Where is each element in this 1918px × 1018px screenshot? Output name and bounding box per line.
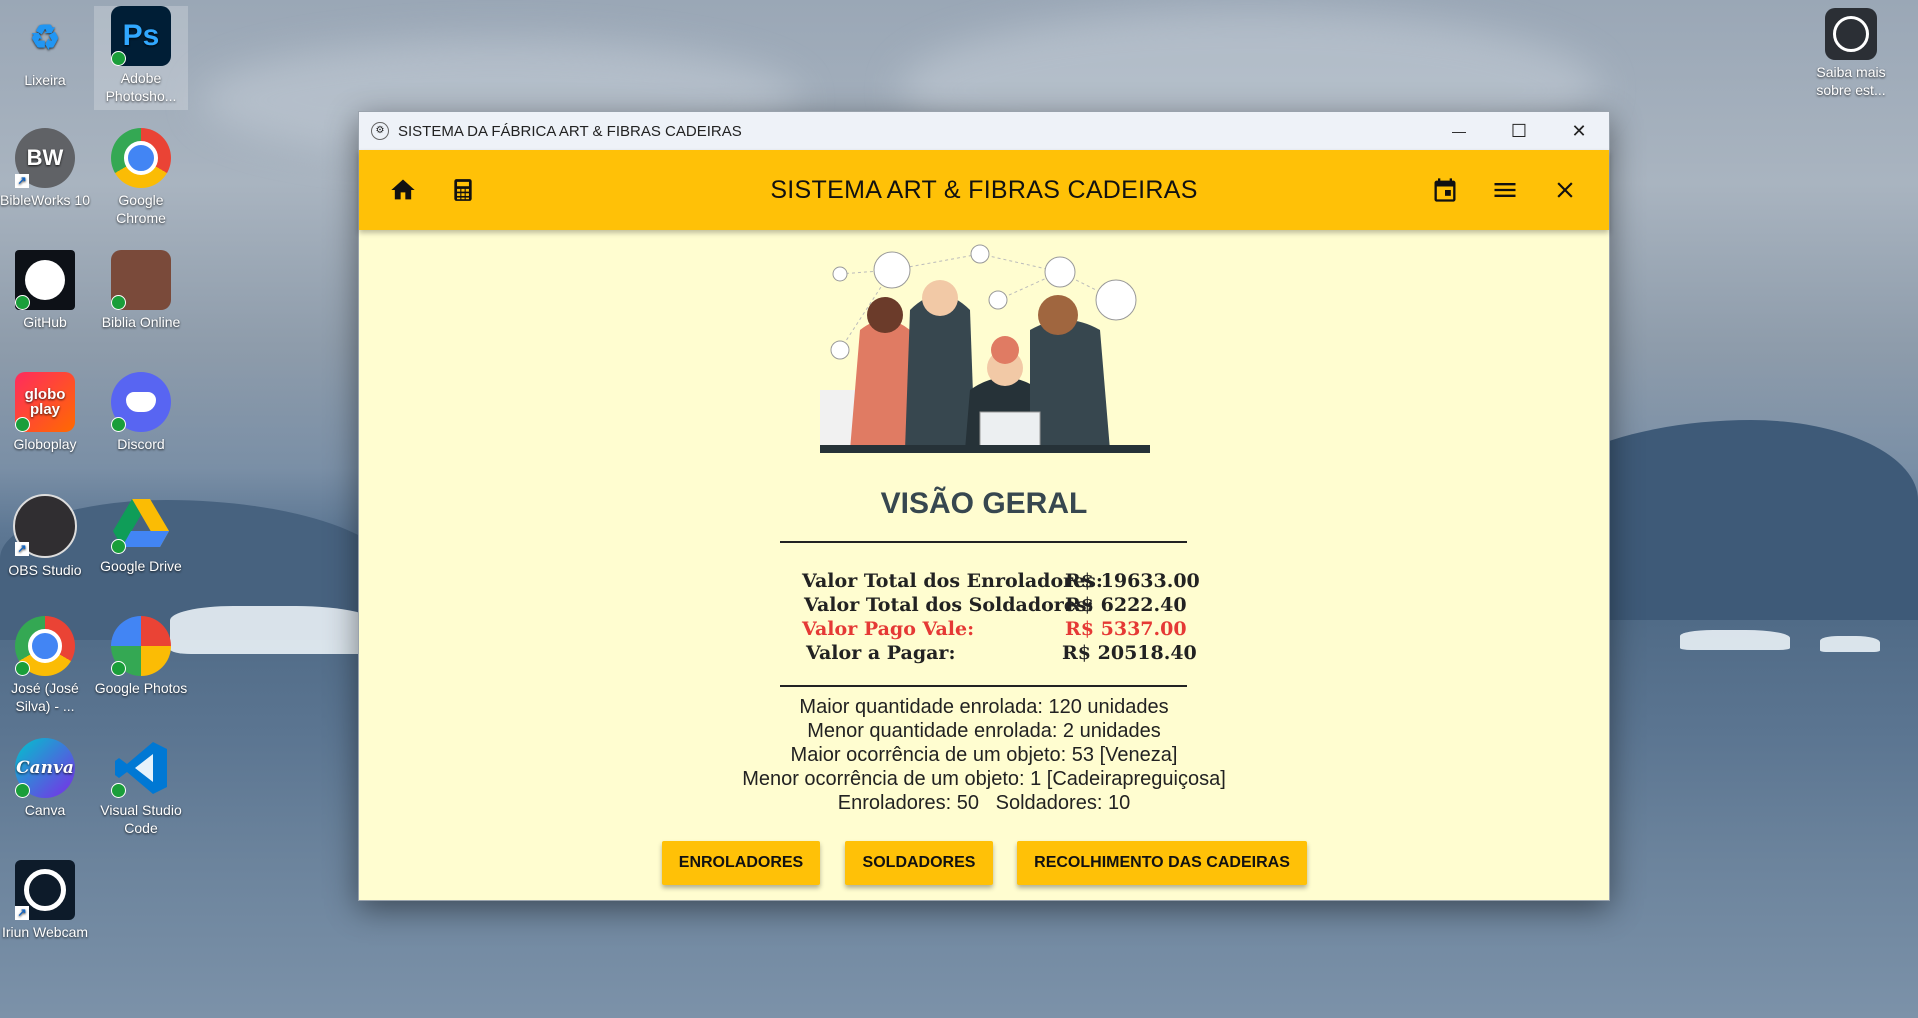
desktop-icon-bibleworks[interactable]: BW ↗ BibleWorks 10 [0,128,92,209]
discord-icon [111,372,171,432]
desktop-icon-iriun[interactable]: ↗ Iriun Webcam [0,860,92,941]
team-illustration [820,244,1150,453]
book-icon [111,250,171,310]
to-pay-value: R$ 20518.40 [1062,642,1197,664]
vale-paid-label: Valor Pago Vale: [802,618,975,640]
stat-min-occurrence: Menor ocorrência de um objeto: 1 [Cadeir… [742,768,1226,790]
google-photos-icon [111,616,171,676]
divider-top [780,541,1187,543]
desktop-icon-google-drive[interactable]: Google Drive [94,494,188,575]
enroladores-button[interactable]: ENROLADORES [662,841,820,885]
stat-min-quantity: Menor quantidade enrolada: 2 unidades [807,720,1161,742]
google-drive-icon [111,494,171,554]
to-pay-label: Valor a Pagar: [806,642,956,664]
soldadores-button[interactable]: SOLDADORES [845,841,993,885]
overview-panel: VISÃO GERAL Valor Total dos Enroladores:… [359,230,1609,900]
desktop-icon-chrome-profile[interactable]: José (José Silva) - ... [0,616,92,715]
app-title: SISTEMA ART & FIBRAS CADEIRAS [770,175,1198,204]
enroladores-total-label: Valor Total dos Enroladores: [802,570,1103,592]
stat-max-occurrence: Maior ocorrência de um objeto: 53 [Venez… [790,744,1178,766]
desktop-icon-photoshop[interactable]: Ps Adobe Photosho... [94,6,188,110]
canva-icon: Canva [15,738,75,798]
chrome-icon [111,128,171,188]
iriun-webcam-icon: ↗ [15,860,75,920]
desktop-icon-globoplay[interactable]: globo play Globoplay [0,372,92,453]
desktop-icon-github[interactable]: GitHub [0,250,92,331]
close-window-button[interactable]: ✕ [1549,112,1609,150]
app-bar: SISTEMA ART & FIBRAS CADEIRAS [359,150,1609,230]
window-titlebar[interactable]: ⚙ SISTEMA DA FÁBRICA ART & FIBRAS CADEIR… [359,112,1609,150]
soldadores-total-label: Valor Total dos Soldadores: [804,594,1094,616]
bibleworks-icon: BW ↗ [15,128,75,188]
stat-max-quantity: Maior quantidade enrolada: 120 unidades [799,696,1169,718]
obs-icon: ↗ [13,494,77,558]
stat-worker-counts: Enroladores: 50 Soldadores: 10 [837,792,1131,814]
desktop-icon-vscode[interactable]: Visual Studio Code [94,738,188,837]
menu-icon [1494,183,1516,197]
divider-bottom [780,685,1187,687]
enroladores-total-value: R$ 19633.00 [1065,570,1200,592]
close-app-button[interactable] [1545,170,1585,210]
github-icon [15,250,75,310]
menu-button[interactable] [1485,170,1525,210]
desktop-icon-canva[interactable]: Canva Canva [0,738,92,819]
app-icon: ⚙ [371,122,389,140]
vale-paid-value: R$ 5337.00 [1065,618,1187,640]
soldadores-total-value: R$ 6222.40 [1065,594,1187,616]
calendar-button[interactable] [1425,170,1465,210]
desktop-icon-google-photos[interactable]: Google Photos [94,616,188,697]
desktop-icon-lixeira[interactable]: ♻ Lixeira [0,8,92,89]
calendar-icon [1434,178,1456,202]
desktop-icon-obs[interactable]: ↗ OBS Studio [0,494,92,579]
globoplay-icon: globo play [15,372,75,432]
desktop-icon-saiba-mais[interactable]: Saiba mais sobre est... [1804,8,1898,99]
photoshop-icon: Ps [111,6,171,66]
maximize-button[interactable]: ☐ [1489,112,1549,150]
vscode-icon [111,738,171,798]
overview-heading: VISÃO GERAL [880,487,1088,520]
spotlight-camera-icon [1825,8,1877,60]
chrome-profile-icon [15,616,75,676]
close-icon [1557,182,1573,198]
minimize-button[interactable]: — [1429,112,1489,150]
recolhimento-button[interactable]: RECOLHIMENTO DAS CADEIRAS [1017,841,1307,885]
desktop-icon-biblia-online[interactable]: Biblia Online [94,250,188,331]
recycle-bin-icon: ♻ [29,19,61,57]
desktop-icon-chrome[interactable]: Google Chrome [94,128,188,227]
app-window: ⚙ SISTEMA DA FÁBRICA ART & FIBRAS CADEIR… [358,111,1610,901]
desktop-icon-discord[interactable]: Discord [94,372,188,453]
window-title: SISTEMA DA FÁBRICA ART & FIBRAS CADEIRAS [398,122,742,140]
